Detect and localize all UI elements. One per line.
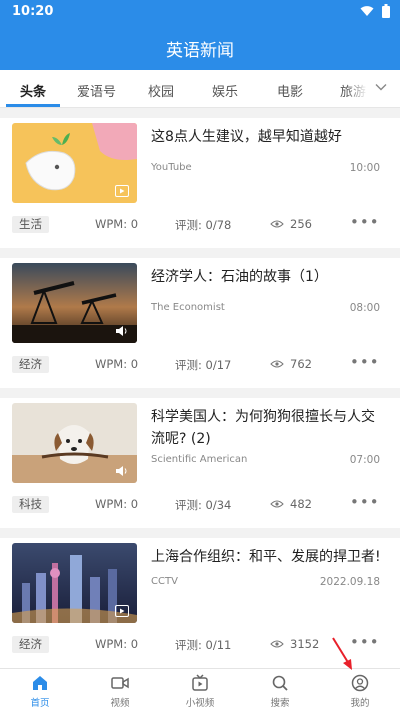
evaluation-stat: 评测: 0/11 — [175, 638, 232, 652]
wifi-icon — [360, 6, 374, 16]
video-icon — [111, 677, 129, 689]
article-source: CCTV — [151, 576, 178, 587]
nav-profile-label: 我的 — [350, 698, 370, 709]
article-title[interactable]: 这8点人生建议，越早知道越好 — [151, 126, 383, 148]
status-bar: 10:20 — [0, 0, 400, 24]
nav-home-label: 首页 — [30, 698, 50, 709]
status-icons — [360, 4, 390, 18]
view-count: 482 — [270, 497, 312, 511]
view-count-value: 762 — [290, 357, 312, 371]
view-count: 3152 — [270, 637, 319, 651]
short-video-icon — [192, 674, 208, 691]
tab-fade — [346, 70, 400, 107]
article-thumbnail — [12, 263, 137, 343]
more-options-button[interactable]: ••• — [350, 215, 379, 231]
article-meta: 生活 WPM: 0 评测: 0/78 256 ••• — [0, 214, 400, 234]
audio-badge-icon — [116, 466, 127, 476]
article-time: 2022.09.18 — [319, 576, 380, 588]
status-time: 10:20 — [12, 4, 54, 19]
battery-icon — [382, 4, 390, 18]
article-thumbnail — [12, 403, 137, 483]
eye-icon — [270, 220, 284, 228]
tab-aiyuhao[interactable]: 爱语号 — [77, 81, 116, 100]
bottom-nav: 首页 视频 小视频 搜索 我的 — [0, 668, 400, 712]
article-time: 08:00 — [349, 302, 380, 314]
article-time: 07:00 — [349, 454, 380, 466]
article-card[interactable]: 这8点人生建议，越早知道越好 YouTube 10:00 生活 WPM: 0 评… — [0, 118, 400, 248]
article-source: Scientific American — [151, 454, 248, 465]
more-options-button[interactable]: ••• — [350, 355, 379, 371]
wpm-stat: WPM: 0 — [95, 497, 139, 511]
category-tag: 经济 — [12, 356, 49, 373]
article-card[interactable]: 科学美国人：为何狗狗很擅长与人交流呢? (2) Scientific Ameri… — [0, 398, 400, 528]
article-card[interactable]: 经济学人：石油的故事（1） The Economist 08:00 经济 WPM… — [0, 258, 400, 388]
home-icon — [33, 676, 47, 690]
nav-video-label: 视频 — [110, 698, 130, 709]
tab-headlines[interactable]: 头条 — [20, 81, 46, 100]
article-feed: 这8点人生建议，越早知道越好 YouTube 10:00 生活 WPM: 0 评… — [0, 108, 400, 668]
eye-icon — [270, 640, 284, 648]
wpm-stat: WPM: 0 — [95, 217, 139, 231]
nav-profile[interactable]: 我的 — [320, 673, 400, 709]
nav-short-video-label: 小视频 — [185, 698, 215, 709]
category-tag: 生活 — [12, 216, 49, 233]
video-badge-icon — [115, 605, 129, 617]
audio-badge-icon — [116, 326, 127, 336]
view-count-value: 256 — [290, 217, 312, 231]
chevron-down-icon[interactable] — [374, 80, 388, 94]
article-thumbnail — [12, 123, 137, 203]
evaluation-stat: 评测: 0/34 — [175, 498, 232, 512]
article-time: 10:00 — [349, 162, 380, 174]
profile-icon — [351, 674, 369, 692]
article-meta: 科技 WPM: 0 评测: 0/34 482 ••• — [0, 494, 400, 514]
more-options-button[interactable]: ••• — [350, 495, 379, 511]
nav-home[interactable]: 首页 — [0, 673, 80, 709]
article-title[interactable]: 经济学人：石油的故事（1） — [151, 266, 383, 288]
nav-video[interactable]: 视频 — [80, 673, 160, 709]
view-count: 762 — [270, 357, 312, 371]
view-count-value: 3152 — [290, 637, 320, 651]
category-tag: 经济 — [12, 636, 49, 653]
search-icon — [272, 675, 288, 691]
tab-movies[interactable]: 电影 — [277, 81, 303, 100]
app-header: 英语新闻 — [0, 24, 400, 70]
evaluation-stat: 评测: 0/17 — [175, 358, 232, 372]
eye-icon — [270, 360, 284, 368]
annotation-arrow-icon — [332, 637, 352, 670]
article-title[interactable]: 科学美国人：为何狗狗很擅长与人交流呢? (2) — [151, 406, 383, 450]
eye-icon — [270, 500, 284, 508]
video-badge-icon — [115, 185, 129, 197]
category-tag: 科技 — [12, 496, 49, 513]
article-source: The Economist — [151, 302, 225, 313]
article-meta: 经济 WPM: 0 评测: 0/17 762 ••• — [0, 354, 400, 374]
view-count-value: 482 — [290, 497, 312, 511]
nav-short-video[interactable]: 小视频 — [160, 673, 240, 709]
article-source: YouTube — [151, 162, 192, 173]
active-tab-indicator — [6, 104, 60, 107]
evaluation-stat: 评测: 0/78 — [175, 218, 232, 232]
nav-search-label: 搜索 — [270, 698, 290, 709]
tab-entertainment[interactable]: 娱乐 — [212, 81, 238, 100]
nav-search[interactable]: 搜索 — [240, 673, 320, 709]
page-title: 英语新闻 — [166, 41, 234, 61]
article-thumbnail — [12, 543, 137, 623]
view-count: 256 — [270, 217, 312, 231]
wpm-stat: WPM: 0 — [95, 637, 139, 651]
tab-campus[interactable]: 校园 — [148, 81, 174, 100]
category-tabs: 头条 爱语号 校园 娱乐 电影 旅游 — [0, 70, 400, 108]
article-title[interactable]: 上海合作组织：和平、发展的捍卫者! — [151, 546, 383, 568]
wpm-stat: WPM: 0 — [95, 357, 139, 371]
